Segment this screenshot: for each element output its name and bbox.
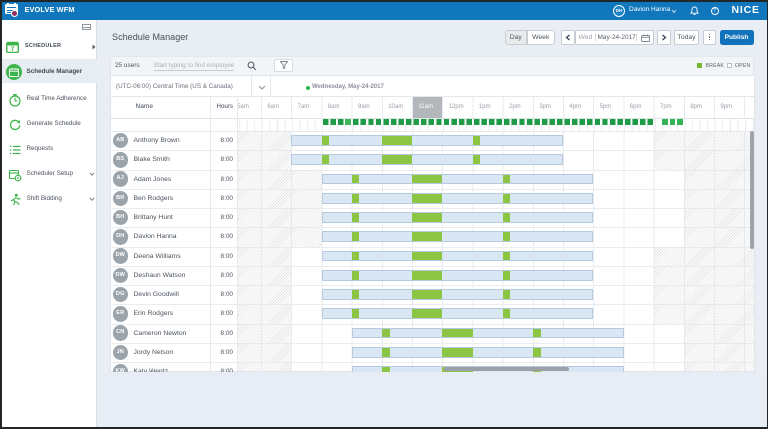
svg-text:7: 7 <box>11 46 15 53</box>
